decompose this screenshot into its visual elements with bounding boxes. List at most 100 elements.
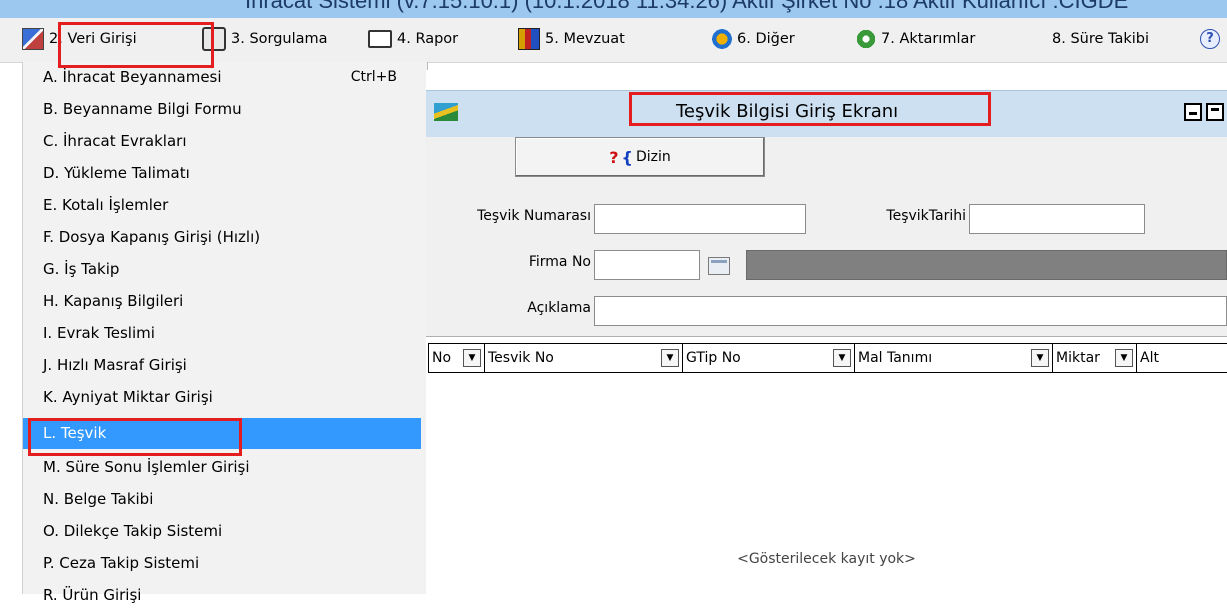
tesvik-numarasi-input[interactable] [594, 204, 806, 234]
title-bar: İhracat Sistemi (v.7.15.10.1) (10.1.2018… [0, 0, 1227, 18]
menu-label: 3. Sorgulama [231, 31, 328, 47]
col-header-label: No [432, 350, 452, 366]
col-header-alt[interactable]: Alt [1136, 344, 1227, 372]
dd-item-label: H. Kapanış Bilgileri [43, 292, 184, 310]
filter-dropdown-icon[interactable]: ▼ [463, 349, 481, 367]
calendar-picker-icon[interactable] [708, 257, 730, 275]
menu-sorgulama[interactable]: 3. Sorgulama [202, 26, 328, 52]
tesvik-tarihi-input[interactable] [969, 204, 1145, 234]
dizin-button[interactable]: ? { Dizin [515, 137, 765, 177]
window-title: Teşvik Bilgisi Giriş Ekranı [676, 101, 899, 122]
filter-dropdown-icon[interactable]: ▼ [661, 349, 679, 367]
grid-header: No ▼ Tesvik No ▼ GTip No ▼ Mal Tanımı ▼ … [428, 343, 1227, 373]
dd-item-tesvik[interactable]: L. Teşvik [23, 418, 421, 449]
col-header-no[interactable]: No ▼ [428, 344, 484, 372]
col-header-gtip-no[interactable]: GTip No ▼ [682, 344, 854, 372]
dd-item-hizli-masraf[interactable]: J. Hızlı Masraf Girişi [23, 350, 421, 381]
dd-item-label: J. Hızlı Masraf Girişi [43, 356, 187, 374]
menu-bar: 2. Veri Girişi 3. Sorgulama 4. Rapor 5. … [0, 18, 1227, 63]
app-logo-icon [434, 103, 458, 121]
dd-item-ihracat-evraklari[interactable]: C. İhracat Evrakları [23, 126, 421, 157]
menu-mevzuat[interactable]: 5. Mevzuat [518, 26, 625, 52]
brace-icon: { [621, 147, 633, 167]
dd-item-label: A. İhracat Beyannamesi [43, 68, 222, 86]
dd-item-ceza-takip[interactable]: P. Ceza Takip Sistemi [23, 548, 421, 579]
col-header-label: GTip No [686, 350, 741, 366]
dd-item-beyanname-bilgi-formu[interactable]: B. Beyanname Bilgi Formu [23, 94, 421, 125]
help-icon: ? [1200, 29, 1220, 49]
search-icon [202, 27, 226, 51]
menu-aktarimlar[interactable]: 7. Aktarımlar [856, 26, 975, 52]
menu-label: 8. Süre Takibi [1052, 31, 1150, 47]
filter-dropdown-icon[interactable]: ▼ [1031, 349, 1049, 367]
dd-item-yukleme-talimati[interactable]: D. Yükleme Talimatı [23, 158, 421, 189]
dd-item-label: C. İhracat Evrakları [43, 132, 187, 150]
dd-item-label: M. Süre Sonu İşlemler Girişi [43, 458, 250, 476]
tesvik-grid: No ▼ Tesvik No ▼ GTip No ▼ Mal Tanımı ▼ … [426, 336, 1227, 595]
dd-item-label: E. Kotalı İşlemler [43, 196, 169, 214]
menu-help[interactable]: ? [1200, 26, 1220, 52]
menu-diger[interactable]: 6. Diğer [712, 26, 795, 52]
book-icon [518, 28, 540, 50]
menu-label: 2. Veri Girişi [49, 31, 137, 47]
veri-girisi-dropdown: A. İhracat Beyannamesi Ctrl+B B. Beyanna… [22, 62, 428, 604]
menu-rapor[interactable]: 4. Rapor [368, 26, 458, 52]
firma-name-display [746, 250, 1227, 280]
dd-item-label: O. Dilekçe Takip Sistemi [43, 522, 223, 540]
dd-item-kapanis-bilgileri[interactable]: H. Kapanış Bilgileri [23, 286, 421, 317]
printer-icon [368, 30, 392, 48]
dd-item-label: P. Ceza Takip Sistemi [43, 554, 200, 572]
dd-item-label: K. Ayniyat Miktar Girişi [43, 388, 213, 406]
dd-item-evrak-teslimi[interactable]: I. Evrak Teslimi [23, 318, 421, 349]
dd-item-dosya-kapanis[interactable]: F. Dosya Kapanış Girişi (Hızlı) [23, 222, 421, 253]
menu-label: 5. Mevzuat [545, 31, 625, 47]
dd-item-ayniyat-miktar[interactable]: K. Ayniyat Miktar Girişi [23, 382, 421, 413]
tesvik-window: Teşvik Bilgisi Giriş Ekranı ? { Dizin Te… [426, 70, 1227, 595]
menu-veri-girisi[interactable]: 2. Veri Girişi [22, 26, 137, 52]
dd-item-belge-takibi[interactable]: N. Belge Takibi [23, 484, 421, 515]
dd-item-label: G. İş Takip [43, 260, 120, 278]
minimize-icon[interactable] [1184, 103, 1202, 121]
col-header-label: Tesvik No [488, 350, 554, 366]
col-header-mal-tanimi[interactable]: Mal Tanımı ▼ [854, 344, 1052, 372]
grid-empty-message: <Gösterilecek kayıt yok> [737, 551, 916, 567]
dd-item-kotali-islemler[interactable]: E. Kotalı İşlemler [23, 190, 421, 221]
dd-item-ihracat-beyannamesi[interactable]: A. İhracat Beyannamesi Ctrl+B [23, 62, 421, 93]
dd-item-label: L. Teşvik [43, 424, 107, 442]
dd-item-dilekce-takip[interactable]: O. Dilekçe Takip Sistemi [23, 516, 421, 547]
filter-dropdown-icon[interactable]: ▼ [833, 349, 851, 367]
col-header-label: Miktar [1056, 350, 1100, 366]
tesvik-tarihi-label: TeşvikTarihi [886, 208, 966, 224]
col-header-miktar[interactable]: Miktar ▼ [1052, 344, 1136, 372]
aciklama-input[interactable] [594, 296, 1227, 326]
col-header-tesvik-no[interactable]: Tesvik No ▼ [484, 344, 682, 372]
dd-item-label: D. Yükleme Talimatı [43, 164, 190, 182]
filter-dropdown-icon[interactable]: ▼ [1115, 349, 1133, 367]
menu-label: 7. Aktarımlar [881, 31, 976, 47]
menu-label: 6. Diğer [737, 31, 795, 47]
firma-no-label: Firma No [528, 254, 591, 270]
edit-icon [22, 28, 44, 50]
dd-item-shortcut: Ctrl+B [350, 69, 397, 85]
window-title-bar: Teşvik Bilgisi Giriş Ekranı [426, 90, 1227, 138]
dd-item-label: B. Beyanname Bilgi Formu [43, 100, 242, 118]
col-header-label: Mal Tanımı [858, 350, 933, 366]
aciklama-label: Açıklama [527, 300, 591, 316]
dd-item-label: N. Belge Takibi [43, 490, 154, 508]
puzzle-icon [712, 29, 732, 49]
menu-sure-takibi[interactable]: 8. Süre Takibi [1052, 26, 1149, 52]
firma-no-input[interactable] [594, 250, 700, 280]
menu-label: 4. Rapor [397, 31, 459, 47]
tesvik-numarasi-label: Teşvik Numarası [477, 208, 591, 224]
dd-item-label: I. Evrak Teslimi [43, 324, 155, 342]
window-toolbar: ? { Dizin [426, 137, 1227, 195]
col-header-label: Alt [1140, 350, 1159, 366]
restore-icon[interactable] [1206, 103, 1224, 121]
dd-item-sure-sonu[interactable]: M. Süre Sonu İşlemler Girişi [23, 452, 421, 483]
dd-item-label: F. Dosya Kapanış Girişi (Hızlı) [43, 228, 261, 246]
dd-item-is-takip[interactable]: G. İş Takip [23, 254, 421, 285]
dd-item-urun-girisi[interactable]: R. Ürün Girişi [23, 580, 421, 611]
title-bar-text: İhracat Sistemi (v.7.15.10.1) (10.1.2018… [245, 0, 1129, 13]
gear-icon [856, 29, 876, 49]
question-icon: ? [609, 147, 619, 167]
